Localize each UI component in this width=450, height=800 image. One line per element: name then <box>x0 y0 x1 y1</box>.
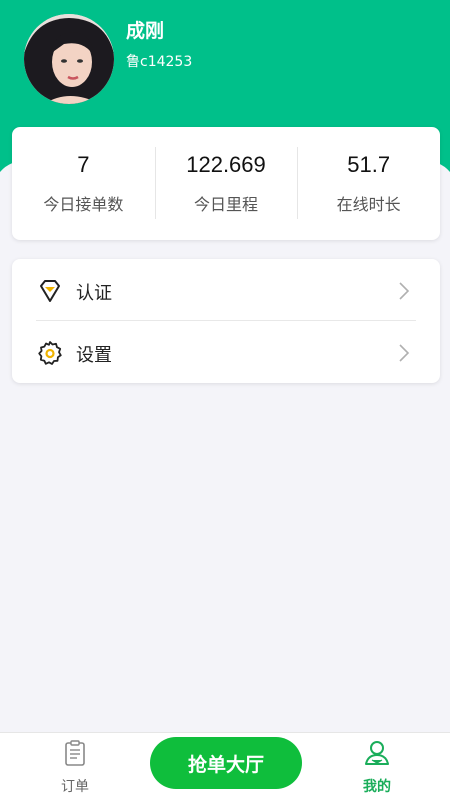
menu-item-settings[interactable]: 设置 <box>12 321 440 383</box>
menu-item-label: 设置 <box>76 345 112 366</box>
menu-item-label: 认证 <box>76 283 112 304</box>
stat-label: 在线时长 <box>336 195 401 214</box>
stat-online-duration: 51.7 在线时长 <box>297 127 440 240</box>
menu-item-certification[interactable]: 认证 <box>12 259 440 321</box>
stat-label: 今日里程 <box>194 195 259 214</box>
menu-card: 认证 设置 <box>12 259 440 383</box>
tab-mine[interactable]: 我的 <box>332 733 422 800</box>
grab-order-hall-button[interactable]: 抢单大厅 <box>150 737 302 789</box>
user-photo-icon <box>24 14 114 104</box>
clipboard-icon <box>65 740 85 766</box>
user-name: 成刚 <box>126 20 165 42</box>
stat-mileage-today: 122.669 今日里程 <box>154 127 298 240</box>
user-profile-icon <box>365 741 389 765</box>
stat-label: 今日接单数 <box>43 195 124 214</box>
profile-page: 成刚 鲁c14253 7 今日接单数 122.669 今日里程 51.7 在线时… <box>0 0 450 800</box>
license-plate: 鲁c14253 <box>126 54 193 70</box>
gear-icon <box>38 341 62 365</box>
certification-diamond-icon <box>40 280 60 302</box>
stats-card: 7 今日接单数 122.669 今日里程 51.7 在线时长 <box>12 127 440 240</box>
stat-value: 122.669 <box>186 152 266 177</box>
tab-label: 订单 <box>61 779 89 795</box>
stat-value: 7 <box>77 152 90 177</box>
tab-orders[interactable]: 订单 <box>30 733 120 800</box>
chevron-right-icon <box>399 282 410 300</box>
stat-value: 51.7 <box>347 152 391 177</box>
avatar[interactable] <box>24 14 114 104</box>
stat-orders-today: 7 今日接单数 <box>12 127 155 240</box>
tab-label: 我的 <box>363 779 391 795</box>
chevron-right-icon <box>399 344 410 362</box>
